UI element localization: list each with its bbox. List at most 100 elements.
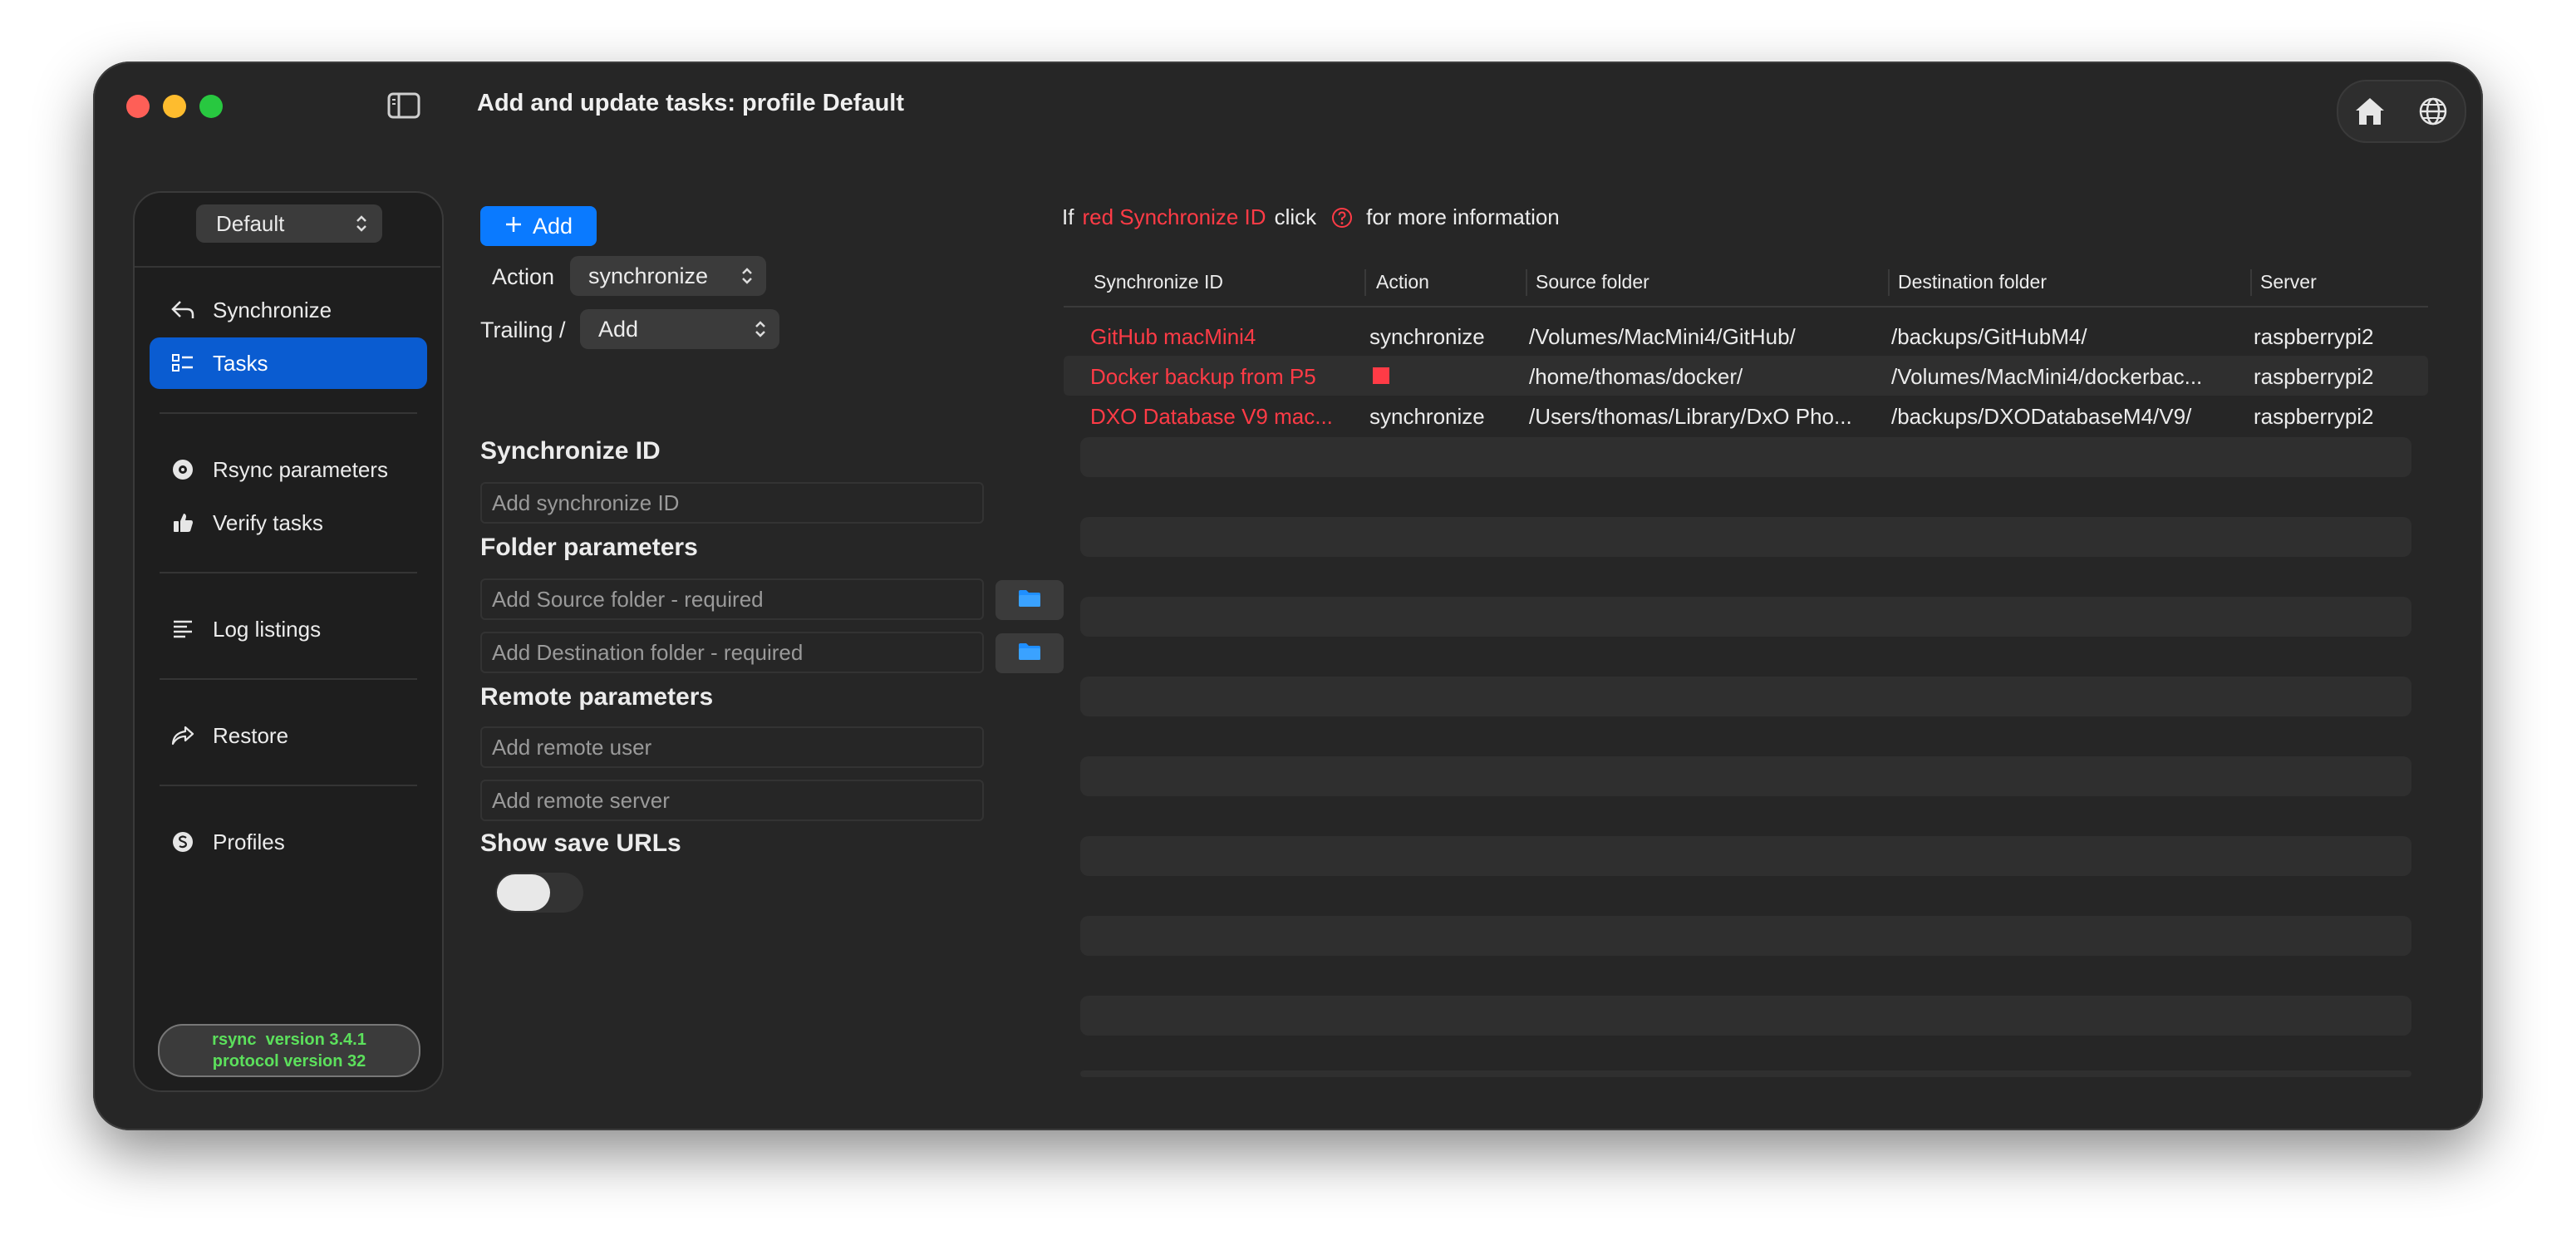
arrow-uturn-icon bbox=[168, 298, 198, 322]
sidebar-toggle-icon[interactable] bbox=[387, 91, 420, 120]
table-row[interactable]: GitHub macMini4 synchronize /Volumes/Mac… bbox=[1064, 316, 2428, 356]
info-red-text: red Synchronize ID bbox=[1082, 204, 1266, 229]
sidebar-item-verify-tasks[interactable]: Verify tasks bbox=[150, 497, 427, 549]
empty-row-stripe bbox=[1080, 677, 2411, 716]
sidebar-item-profiles[interactable]: Profiles bbox=[150, 816, 427, 868]
protocol-version: protocol version 32 bbox=[212, 1052, 366, 1070]
action-cell: synchronize bbox=[1369, 324, 1485, 349]
divider bbox=[160, 572, 417, 573]
window-title: Add and update tasks: profile Default bbox=[477, 90, 904, 116]
show-urls-toggle[interactable] bbox=[495, 873, 583, 913]
sidebar-item-rsync-parameters[interactable]: Rsync parameters bbox=[150, 444, 427, 495]
divider bbox=[160, 678, 417, 680]
column-header-destination[interactable]: Destination folder bbox=[1898, 271, 2047, 293]
status-square bbox=[1373, 367, 1389, 384]
gear-badge-icon bbox=[168, 457, 198, 482]
info-line: If red Synchronize ID click for more inf… bbox=[1062, 204, 1560, 230]
empty-row-stripe bbox=[1080, 756, 2411, 796]
info-prefix: If bbox=[1062, 204, 1074, 229]
thumbs-up-icon bbox=[168, 510, 198, 535]
table-row[interactable]: DXO Database V9 mac... synchronize /User… bbox=[1064, 396, 2428, 436]
sidebar-item-synchronize[interactable]: Synchronize bbox=[150, 284, 427, 336]
destination-folder-input[interactable]: Add Destination folder - required bbox=[480, 632, 984, 673]
server-cell: raspberrypi2 bbox=[2254, 324, 2374, 349]
sidebar-item-restore[interactable]: Restore bbox=[150, 710, 427, 761]
sidebar-item-tasks[interactable]: Tasks bbox=[150, 337, 427, 389]
table-row[interactable]: Docker backup from P5 /home/thomas/docke… bbox=[1064, 356, 2428, 396]
destination-folder-picker-button[interactable] bbox=[995, 633, 1064, 673]
up-down-chevron-icon bbox=[753, 318, 768, 346]
empty-row-stripe bbox=[1080, 437, 2411, 477]
column-divider bbox=[2250, 269, 2252, 296]
share-arrow-icon bbox=[168, 723, 198, 748]
sidebar-item-label: Log listings bbox=[213, 616, 322, 642]
source-folder-input[interactable]: Add Source folder - required bbox=[480, 578, 984, 620]
divider bbox=[160, 785, 417, 786]
column-header-server[interactable]: Server bbox=[2260, 271, 2317, 293]
empty-row-stripe bbox=[1080, 996, 2411, 1036]
home-icon[interactable] bbox=[2352, 93, 2388, 130]
destination-cell: /backups/GitHubM4/ bbox=[1891, 324, 2087, 349]
toolbar-right-group bbox=[2337, 80, 2466, 143]
tasks-table: Synchronize ID Action Source folder Dest… bbox=[1064, 261, 2428, 436]
empty-row-stripe bbox=[1080, 836, 2411, 876]
add-task-button[interactable]: Add bbox=[480, 206, 597, 246]
toggle-knob bbox=[497, 874, 550, 911]
show-urls-section-title: Show save URLs bbox=[480, 829, 681, 857]
source-folder-picker-button[interactable] bbox=[995, 580, 1064, 620]
sidebar-item-label: Restore bbox=[213, 722, 289, 748]
server-cell: raspberrypi2 bbox=[2254, 404, 2374, 429]
add-task-label: Add bbox=[532, 213, 573, 239]
sidebar-item-label: Synchronize bbox=[213, 297, 332, 322]
action-select-value: synchronize bbox=[588, 263, 709, 288]
text-lines-icon bbox=[168, 617, 198, 642]
column-header-source[interactable]: Source folder bbox=[1536, 271, 1649, 293]
action-label: Action bbox=[492, 264, 555, 289]
empty-row-stripe bbox=[1080, 916, 2411, 956]
action-cell bbox=[1373, 364, 1522, 384]
checklist-icon bbox=[168, 351, 198, 376]
profile-select[interactable]: Default bbox=[196, 204, 382, 243]
rsync-version-badge: rsync version 3.4.1 protocol version 32 bbox=[158, 1024, 420, 1077]
help-icon[interactable] bbox=[1331, 207, 1353, 229]
folder-icon bbox=[1017, 642, 1042, 666]
rsync-version: rsync version 3.4.1 bbox=[212, 1031, 366, 1049]
sidebar-item-log-listings[interactable]: Log listings bbox=[150, 603, 427, 655]
divider bbox=[160, 412, 417, 414]
action-select[interactable]: synchronize bbox=[570, 256, 766, 296]
folder-section-title: Folder parameters bbox=[480, 534, 698, 561]
sidebar-item-label: Rsync parameters bbox=[213, 456, 388, 482]
globe-icon[interactable] bbox=[2415, 93, 2451, 130]
trailing-slash-value: Add bbox=[598, 316, 639, 342]
zoom-window-button[interactable] bbox=[199, 95, 223, 118]
app-window: Add and update tasks: profile Default De… bbox=[93, 62, 2483, 1130]
destination-cell: /Volumes/MacMini4/dockerbac... bbox=[1891, 364, 2203, 389]
sync-id-cell: GitHub macMini4 bbox=[1090, 324, 1256, 349]
minimize-window-button[interactable] bbox=[163, 95, 186, 118]
source-cell: /Users/thomas/Library/DxO Pho... bbox=[1529, 404, 1852, 429]
empty-row-stripe bbox=[1080, 597, 2411, 637]
sidebar-item-label: Profiles bbox=[213, 829, 285, 854]
sync-id-section-title: Synchronize ID bbox=[480, 437, 661, 465]
remote-server-input[interactable]: Add remote server bbox=[480, 780, 984, 821]
action-cell: synchronize bbox=[1369, 404, 1485, 429]
empty-row-stripe bbox=[1080, 517, 2411, 557]
sync-id-input[interactable]: Add synchronize ID bbox=[480, 482, 984, 524]
sidebar-item-label: Verify tasks bbox=[213, 509, 323, 535]
trailing-slash-select[interactable]: Add bbox=[580, 309, 779, 349]
info-suffix: for more information bbox=[1366, 204, 1560, 229]
empty-row-stripe bbox=[1080, 1070, 2411, 1077]
server-cell: raspberrypi2 bbox=[2254, 364, 2374, 389]
remote-user-input[interactable]: Add remote user bbox=[480, 726, 984, 768]
column-header-action[interactable]: Action bbox=[1376, 271, 1429, 293]
info-middle: click bbox=[1274, 204, 1317, 229]
destination-cell: /backups/DXODatabaseM4/V9/ bbox=[1891, 404, 2192, 429]
trailing-slash-label: Trailing / bbox=[480, 317, 566, 342]
folder-icon bbox=[1017, 588, 1042, 613]
sync-id-cell: DXO Database V9 mac... bbox=[1090, 404, 1333, 429]
divider bbox=[135, 266, 440, 268]
up-down-chevron-icon bbox=[740, 265, 755, 293]
column-header-sync-id[interactable]: Synchronize ID bbox=[1094, 271, 1223, 293]
close-window-button[interactable] bbox=[126, 95, 150, 118]
source-cell: /home/thomas/docker/ bbox=[1529, 364, 1743, 389]
